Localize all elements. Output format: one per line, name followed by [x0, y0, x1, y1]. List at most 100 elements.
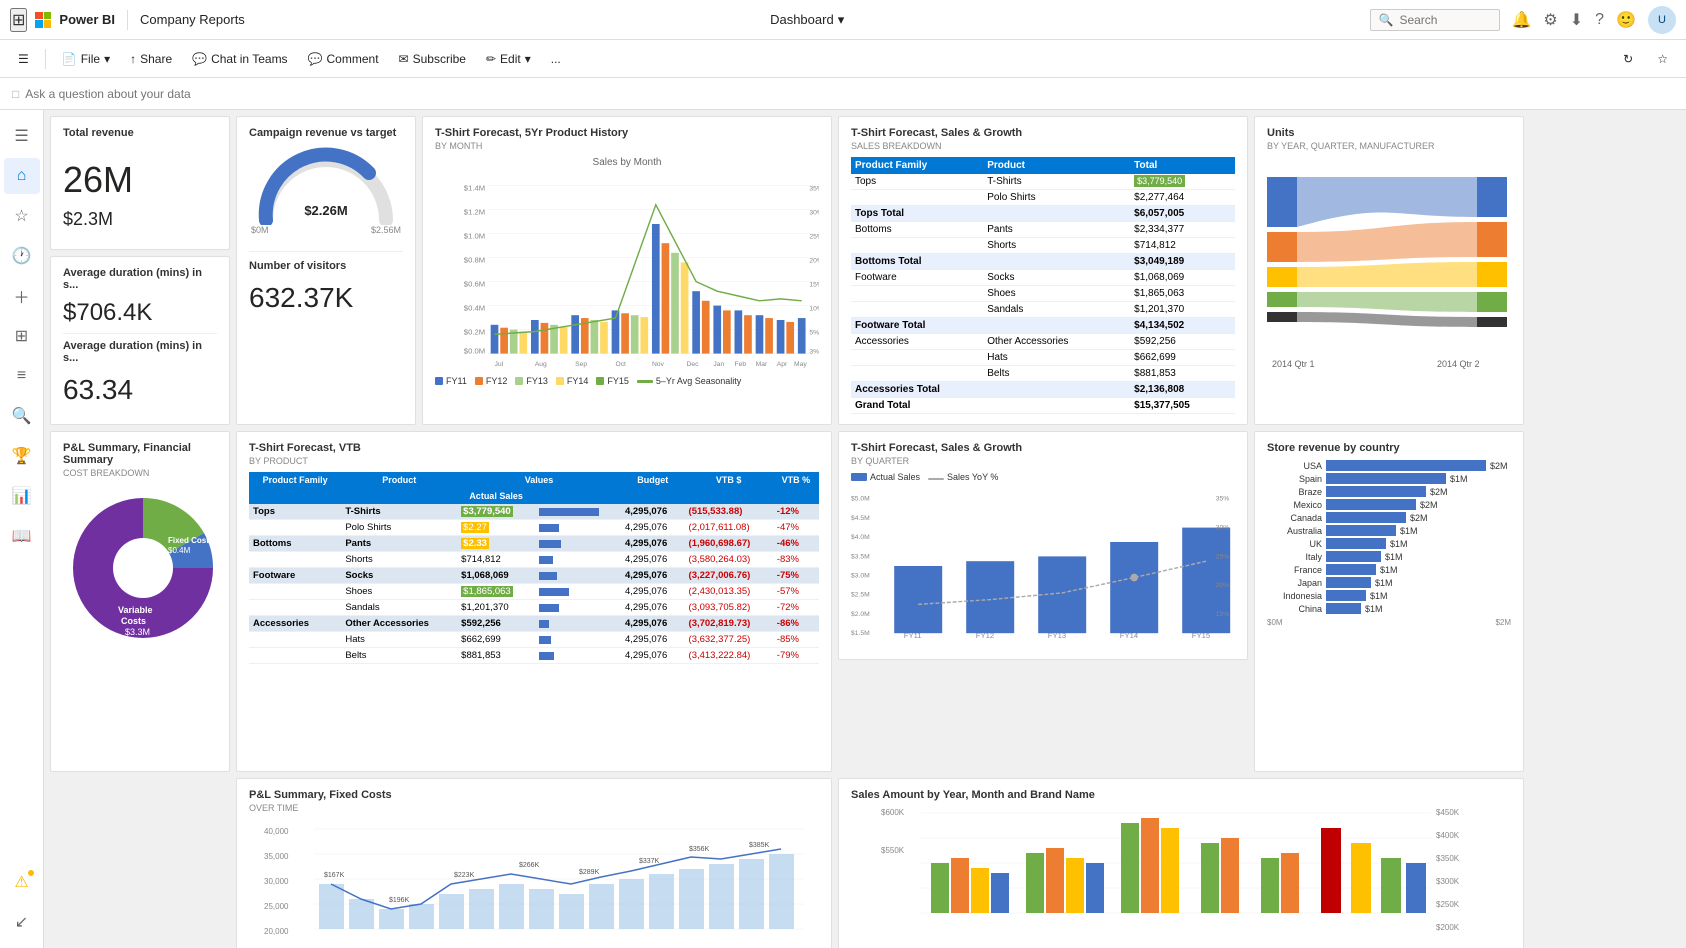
qna-input[interactable]	[25, 87, 1674, 101]
card-tshirt-quarter: T-Shirt Forecast, Sales & Growth BY QUAR…	[838, 431, 1248, 660]
edit-button[interactable]: ✏ Edit ▾	[478, 48, 539, 70]
table-row: Tops T-Shirts $3,779,540	[851, 174, 1235, 190]
feedback-button[interactable]: 🙂	[1616, 10, 1636, 30]
store-row-italy: Italy $1M	[1267, 551, 1511, 562]
store-bar-mexico	[1326, 499, 1416, 510]
nav-separator-1	[127, 10, 128, 30]
cell-total: $2,334,377	[1130, 222, 1235, 238]
subscribe-label: Subscribe	[413, 52, 466, 66]
sidebar-item-workspaces[interactable]: ≡	[4, 358, 40, 394]
store-x-min: $0M	[1267, 618, 1283, 627]
svg-text:FY12: FY12	[976, 631, 994, 640]
share-button[interactable]: ↑ Share	[122, 48, 180, 70]
refresh-icon: ↻	[1623, 52, 1633, 66]
svg-text:$1.3M: $1.3M	[129, 566, 152, 575]
dashboard-button[interactable]: Dashboard ▾	[770, 12, 844, 28]
file-button[interactable]: 📄 File ▾	[54, 48, 118, 70]
store-val-braze: $2M	[1430, 487, 1448, 497]
sidebar-item-metrics[interactable]: 📊	[4, 478, 40, 514]
cell-footware-total: Footware Total	[851, 318, 1130, 334]
tshirt-q-subtitle: BY QUARTER	[851, 456, 1235, 466]
vtb-cell-family	[249, 552, 341, 568]
grid-menu-button[interactable]: ⊞	[10, 8, 27, 32]
svg-text:$0.2M: $0.2M	[464, 327, 485, 336]
card-pl-fixed: P&L Summary, Fixed Costs OVER TIME 40,00…	[236, 778, 832, 948]
legend-fy15: FY15	[596, 376, 629, 386]
vtb-cell-actual: $881,853	[457, 648, 535, 664]
search-box[interactable]: 🔍	[1370, 9, 1500, 31]
sales-chart-svg: $1.4M $1.2M $1.0M $0.8M $0.6M $0.4M $0.2…	[435, 172, 819, 372]
svg-text:$337K: $337K	[639, 858, 660, 865]
vtb-row: Sandals $1,201,370 4,295,076 (3,093,705.…	[249, 600, 819, 616]
favorite-button[interactable]: ☆	[1649, 48, 1676, 70]
svg-text:Aug: Aug	[535, 361, 547, 368]
refresh-button[interactable]: ↻	[1615, 48, 1641, 70]
svg-text:$167K: $167K	[324, 872, 345, 879]
sidebar-item-recent[interactable]: 🕐	[4, 238, 40, 274]
vtb-th2-empty1	[249, 488, 341, 504]
legend-fy13: FY13	[515, 376, 548, 386]
store-row-australia: Australia $1M	[1267, 525, 1511, 536]
sidebar-item-menu[interactable]: ☰	[4, 118, 40, 154]
store-row-china: China $1M	[1267, 603, 1511, 614]
notification-button[interactable]: 🔔	[1512, 10, 1532, 30]
search-input[interactable]	[1399, 13, 1489, 27]
tshirt-sg-title: T-Shirt Forecast, Sales & Growth	[851, 127, 1235, 139]
legend-avg-label: 5–Yr Avg Seasonality	[656, 376, 741, 386]
vtb-th-product: Product	[341, 472, 457, 488]
vtb-cell-vtbv: (3,702,819.73)	[685, 616, 773, 632]
sidebar-item-apps[interactable]: ⊞	[4, 318, 40, 354]
download-button[interactable]: ⬇	[1570, 10, 1583, 30]
store-row-usa: USA $2M	[1267, 460, 1511, 471]
vtb-cell-budget: 4,295,076	[621, 504, 685, 520]
chat-in-teams-button[interactable]: 💬 Chat in Teams	[184, 48, 295, 70]
settings-button[interactable]: ⚙	[1543, 10, 1557, 30]
sidebar-item-alerts[interactable]: ⚠	[4, 864, 40, 900]
legend-actual-label: Actual Sales	[870, 472, 920, 482]
menu-toggle-button[interactable]: ☰	[10, 48, 37, 70]
vtb-cell-bar	[535, 520, 621, 536]
store-bar-france	[1326, 564, 1376, 575]
sidebar-item-explore[interactable]: 🔍	[4, 398, 40, 434]
svg-text:$289K: $289K	[579, 869, 600, 876]
store-label-braze: Braze	[1267, 487, 1322, 497]
subscribe-button[interactable]: ✉ Subscribe	[391, 48, 474, 70]
vtb-cell-actual: $1,068,069	[457, 568, 535, 584]
store-label-china: China	[1267, 604, 1322, 614]
cell-product: Sandals	[983, 302, 1130, 318]
store-label-canada: Canada	[1267, 513, 1322, 523]
avatar[interactable]: U	[1648, 6, 1676, 34]
svg-text:$2.0M: $2.0M	[851, 611, 870, 618]
store-bar-canada	[1326, 512, 1406, 523]
vtb-cell-family: Accessories	[249, 616, 341, 632]
svg-text:Nov: Nov	[652, 361, 665, 368]
store-val-italy: $1M	[1385, 552, 1403, 562]
table-row: Belts $881,853	[851, 366, 1235, 382]
svg-text:Fixed Costs: Fixed Costs	[168, 536, 214, 545]
vtb-cell-vtbv: (3,227,006.76)	[685, 568, 773, 584]
vtb-row-footware: Footware Socks $1,068,069 4,295,076 (3,2…	[249, 568, 819, 584]
edit-chevron: ▾	[525, 52, 531, 66]
sidebar-item-create[interactable]: ＋	[4, 278, 40, 314]
store-row-japan: Japan $1M	[1267, 577, 1511, 588]
svg-text:May: May	[794, 361, 807, 368]
table-row-total: Accessories Total $2,136,808	[851, 382, 1235, 398]
table-row-total: Footware Total $4,134,502	[851, 318, 1235, 334]
vtb-cell-bar	[535, 632, 621, 648]
sidebar-item-favorites[interactable]: ☆	[4, 198, 40, 234]
vtb-cell-actual: $1,865,063	[457, 584, 535, 600]
sidebar-item-learn[interactable]: 📖	[4, 518, 40, 554]
help-button[interactable]: ?	[1595, 11, 1604, 29]
store-val-canada: $2M	[1410, 513, 1428, 523]
svg-text:15%: 15%	[1216, 611, 1229, 618]
sales-chart-label: Sales by Month	[435, 157, 819, 168]
comment-button[interactable]: 💬 Comment	[300, 48, 387, 70]
store-val-spain: $1M	[1450, 474, 1468, 484]
sidebar-item-collapse[interactable]: ↙	[4, 904, 40, 940]
store-val-indonesia: $1M	[1370, 591, 1388, 601]
svg-text:Variable: Variable	[118, 605, 153, 615]
sidebar-item-home[interactable]: ⌂	[4, 158, 40, 194]
gauge-min: $0M	[251, 225, 269, 235]
more-button[interactable]: ...	[543, 48, 569, 70]
sidebar-item-scorecard[interactable]: 🏆	[4, 438, 40, 474]
